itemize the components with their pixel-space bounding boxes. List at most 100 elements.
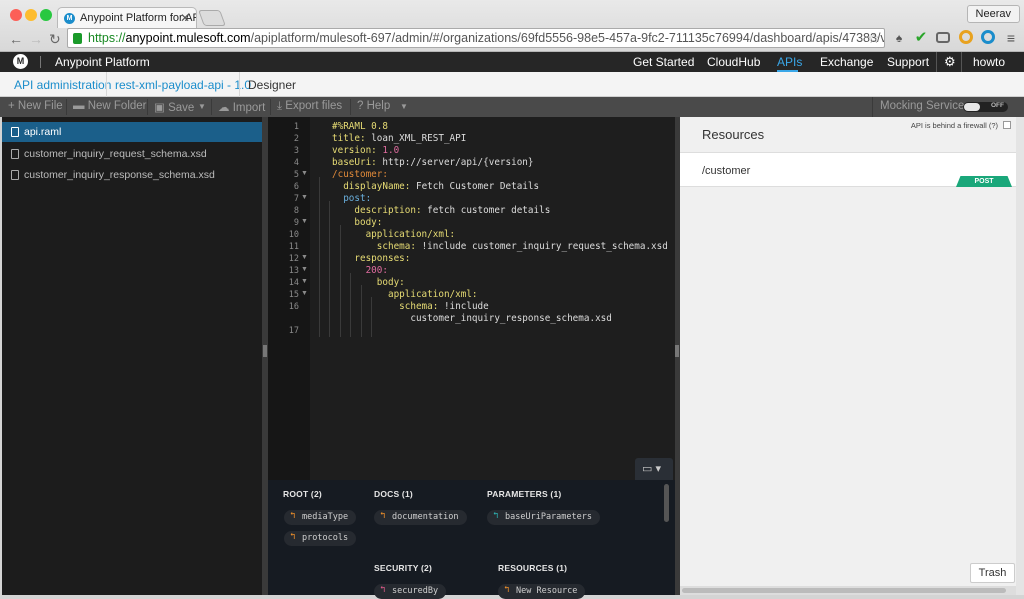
code-key: displayName: bbox=[332, 181, 411, 192]
nav-cloudhub[interactable]: CloudHub bbox=[707, 55, 760, 69]
import-button[interactable]: ☁ Import bbox=[218, 100, 265, 114]
designer-toolbar: + New File ▬ New Folder ▣ Save ▼ ☁ Impor… bbox=[0, 97, 1024, 117]
address-bar[interactable]: https://anypoint.mulesoft.com/apiplatfor… bbox=[67, 28, 885, 48]
shelf-item-securedby[interactable]: ↰ securedBy bbox=[374, 584, 447, 599]
resources-horizontal-scrollbar[interactable] bbox=[680, 586, 1016, 595]
line-number: 1 bbox=[293, 122, 299, 132]
code-value: fetch customer details bbox=[421, 205, 551, 216]
line-number: 7 bbox=[293, 194, 299, 204]
breadcrumb-api-administration[interactable]: API administration bbox=[14, 78, 111, 92]
code-editor[interactable]: 1 2 3 4 5 6 7 8 9 10 11 12 13 14 15 16 1… bbox=[268, 117, 675, 480]
url-scheme: https:// bbox=[88, 31, 126, 45]
shelf-resources-heading: RESOURCES (1) bbox=[498, 563, 568, 573]
fold-arrow-icon[interactable]: ▼ bbox=[301, 170, 308, 177]
splitter-grip-icon[interactable] bbox=[263, 345, 267, 357]
trash-button[interactable]: Trash bbox=[970, 563, 1015, 583]
code-key: title: bbox=[332, 133, 366, 144]
splitter-grip-icon[interactable] bbox=[675, 345, 679, 357]
fold-arrow-icon[interactable]: ▼ bbox=[301, 266, 308, 273]
fold-arrow-icon[interactable]: ▼ bbox=[301, 290, 308, 297]
fold-arrow-icon[interactable]: ▼ bbox=[301, 278, 308, 285]
forward-arrow-icon[interactable]: → bbox=[29, 31, 43, 47]
line-number: 14 bbox=[288, 278, 299, 288]
file-item-api-raml[interactable]: api.raml bbox=[2, 122, 262, 142]
shelf-item-documentation[interactable]: ↰ documentation bbox=[374, 510, 467, 525]
toggle-state: OFF bbox=[991, 102, 1004, 109]
mocking-service-toggle[interactable]: OFF bbox=[963, 102, 1008, 112]
browser-chrome: M Anypoint Platform for APIs ✕ Neerav ← … bbox=[0, 0, 1024, 52]
file-name: customer_inquiry_request_schema.xsd bbox=[24, 148, 207, 160]
save-dropdown-caret-icon[interactable]: ▼ bbox=[198, 102, 206, 111]
nav-exchange[interactable]: Exchange bbox=[820, 55, 873, 69]
gear-icon[interactable]: ⚙ bbox=[944, 54, 956, 70]
bookmark-star-icon[interactable]: ☆ bbox=[867, 30, 880, 47]
line-number: 3 bbox=[293, 146, 299, 156]
fold-arrow-icon[interactable]: ▼ bbox=[301, 218, 308, 225]
user-menu[interactable]: howto bbox=[973, 55, 1005, 69]
tab-close-icon[interactable]: ✕ bbox=[180, 11, 190, 25]
check-extension-icon[interactable]: ✔ bbox=[913, 30, 929, 46]
line-number: 12 bbox=[288, 254, 299, 264]
code-line: responses: bbox=[332, 253, 410, 264]
shelf-item-mediatype[interactable]: ↰ mediaType bbox=[284, 510, 357, 525]
code-line: title: loan_XML_REST_API bbox=[332, 133, 466, 144]
back-arrow-icon[interactable]: ← bbox=[9, 31, 23, 47]
line-number: 4 bbox=[293, 158, 299, 168]
file-item-response-schema[interactable]: customer_inquiry_response_schema.xsd bbox=[2, 165, 262, 185]
fold-arrow-icon[interactable]: ▼ bbox=[301, 194, 308, 201]
shelf-item-label: protocols bbox=[302, 533, 349, 543]
method-badge-post[interactable]: POST bbox=[956, 176, 1012, 187]
save-button[interactable]: ▣ Save bbox=[154, 100, 194, 114]
code-line: description: fetch customer details bbox=[332, 205, 550, 216]
shelf-item-new-resource[interactable]: ↰ New Resource bbox=[498, 584, 586, 599]
circle-extension-icon[interactable] bbox=[981, 30, 995, 44]
code-value: http://server/api/{version} bbox=[376, 157, 534, 168]
shelf-item-protocols[interactable]: ↰ protocols bbox=[284, 531, 357, 546]
code-key: #%RAML 0.8 bbox=[332, 121, 388, 132]
nav-apis[interactable]: APIs bbox=[777, 55, 802, 69]
browser-tab[interactable]: M Anypoint Platform for APIs ✕ bbox=[57, 7, 197, 28]
new-file-button[interactable]: + New File bbox=[8, 100, 63, 112]
menu-icon[interactable]: ≡ bbox=[1003, 30, 1019, 46]
shelf-item-baseuriparameters[interactable]: ↰ baseUriParameters bbox=[487, 510, 600, 525]
new-folder-button[interactable]: ▬ New Folder bbox=[73, 100, 147, 112]
cast-icon[interactable] bbox=[936, 32, 950, 43]
resources-vertical-scrollbar[interactable] bbox=[1016, 117, 1024, 595]
shelf-scrollbar[interactable] bbox=[664, 484, 669, 522]
minimize-window-icon[interactable] bbox=[25, 9, 37, 21]
close-window-icon[interactable] bbox=[10, 9, 22, 21]
mulesoft-logo-icon[interactable]: M bbox=[13, 54, 28, 69]
line-number: 5 bbox=[293, 170, 299, 180]
breadcrumb-api-version[interactable]: rest-xml-payload-api - 1.0 bbox=[115, 78, 251, 92]
firewall-checkbox[interactable] bbox=[1003, 121, 1011, 129]
return-arrow-icon: ↰ bbox=[380, 585, 386, 595]
nav-support[interactable]: Support bbox=[887, 55, 929, 69]
export-files-button[interactable]: ⤓ Export files bbox=[277, 100, 342, 113]
nav-get-started[interactable]: Get Started bbox=[633, 55, 694, 69]
file-item-request-schema[interactable]: customer_inquiry_request_schema.xsd bbox=[2, 144, 262, 164]
shelf-item-label: baseUriParameters bbox=[505, 512, 592, 522]
help-dropdown-caret-icon[interactable]: ▼ bbox=[400, 102, 408, 111]
resources-title: Resources bbox=[702, 127, 765, 142]
scrollbar-thumb[interactable] bbox=[682, 588, 1006, 593]
nav-divider bbox=[40, 56, 41, 68]
code-key: 200: bbox=[332, 265, 388, 276]
platform-name[interactable]: Anypoint Platform bbox=[55, 55, 150, 69]
breadcrumb-designer: Designer bbox=[248, 78, 297, 92]
maximize-window-icon[interactable] bbox=[40, 9, 52, 21]
profile-button[interactable]: Neerav bbox=[966, 5, 1020, 23]
shelf-toggle-button[interactable]: ▭ ▾ bbox=[635, 458, 673, 480]
breadcrumb-divider bbox=[239, 72, 240, 97]
fold-arrow-icon[interactable]: ▼ bbox=[301, 254, 308, 261]
save-icon: ▣ bbox=[154, 102, 169, 114]
line-number: 8 bbox=[293, 206, 299, 216]
new-tab-button[interactable] bbox=[198, 10, 226, 26]
code-key: post: bbox=[332, 193, 372, 204]
indent-guide bbox=[319, 177, 320, 337]
help-button[interactable]: ? Help bbox=[357, 100, 390, 112]
resource-row[interactable]: /customer POST bbox=[680, 153, 1016, 187]
evernote-extension-icon[interactable]: ♠ bbox=[891, 30, 907, 46]
shelf-panel: ▭ ▾ ROOT (2) ↰ mediaType ↰ protocols DOCS … bbox=[268, 458, 675, 599]
chrome-extension-icon[interactable] bbox=[959, 30, 973, 44]
reload-icon[interactable]: ↻ bbox=[49, 31, 61, 48]
